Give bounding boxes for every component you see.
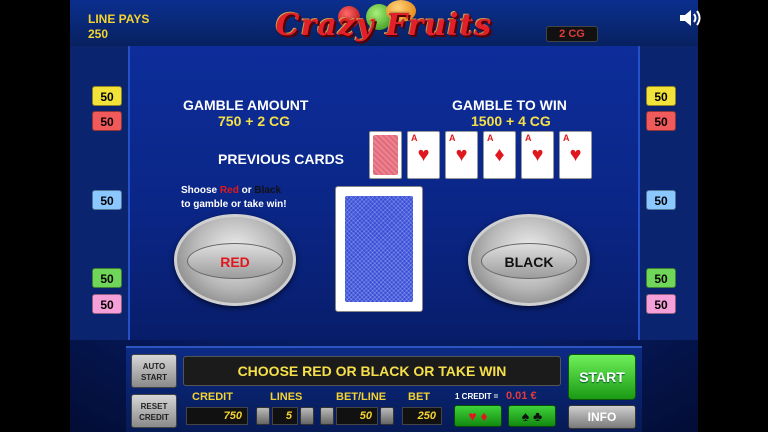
bet-label: BET xyxy=(408,391,430,403)
left-line-badge: 50 xyxy=(92,190,122,210)
previous-card: A ♦ xyxy=(483,131,516,179)
red-button-label: RED xyxy=(187,243,283,279)
speaker-icon[interactable] xyxy=(678,8,704,28)
gamble-amount-label: GAMBLE AMOUNT xyxy=(183,97,309,113)
reset-credit-button[interactable]: RESET CREDIT xyxy=(131,394,177,428)
message-box: CHOOSE RED OR BLACK OR TAKE WIN xyxy=(183,356,561,386)
left-line-badge: 50 xyxy=(92,111,122,131)
gamble-amount-value: 750 + 2 CG xyxy=(218,113,290,129)
info-button[interactable]: INFO xyxy=(568,405,636,429)
line-pays-value: 250 xyxy=(88,27,109,41)
card-suit-icon: ♥ xyxy=(417,144,430,166)
left-line-badge: 50 xyxy=(92,268,122,288)
gamble-instruction: Shoose Red or Black to gamble or take wi… xyxy=(181,185,287,210)
cg-badge: 2 CG xyxy=(546,26,598,42)
credit-label: CREDIT xyxy=(192,391,233,403)
red-suits-button[interactable]: ♥ ♦ xyxy=(454,405,502,427)
gamble-to-win-label: GAMBLE TO WIN xyxy=(452,97,567,113)
bet-line-decrease-button[interactable] xyxy=(320,407,334,425)
bet-line-increase-button[interactable] xyxy=(380,407,394,425)
red-button[interactable]: RED xyxy=(174,214,296,306)
gamble-to-win-value: 1500 + 4 CG xyxy=(471,113,551,129)
line-pays-label: LINE PAYS xyxy=(88,12,150,26)
bet-line-label: BET/LINE xyxy=(336,391,387,403)
lines-increase-button[interactable] xyxy=(300,407,314,425)
card-rank: A xyxy=(563,133,570,143)
black-button-label: BLACK xyxy=(481,243,577,279)
credit-rate-label: 1 CREDIT = xyxy=(455,392,499,401)
right-line-badge: 50 xyxy=(646,111,676,131)
previous-card: A ♥ xyxy=(559,131,592,179)
credit-rate-value: 0.01 € xyxy=(506,390,537,402)
logo-text: Crazy Fruits xyxy=(275,8,493,43)
black-suits-button[interactable]: ♠ ♣ xyxy=(508,405,556,427)
right-line-badge: 50 xyxy=(646,190,676,210)
card-rank: A xyxy=(411,133,418,143)
left-line-badge: 50 xyxy=(92,294,122,314)
auto-start-button[interactable]: AUTO START xyxy=(131,354,177,388)
card-suit-icon: ♥ xyxy=(531,144,544,166)
card-rank: A xyxy=(449,133,456,143)
card-suit-icon: ♥ xyxy=(455,144,468,166)
bet-display: 250 xyxy=(402,407,442,425)
lines-display: 5 xyxy=(272,407,298,425)
black-button[interactable]: BLACK xyxy=(468,214,590,306)
previous-cards-label: PREVIOUS CARDS xyxy=(218,151,345,167)
left-frame xyxy=(0,0,70,432)
previous-card-back xyxy=(369,131,402,179)
right-line-badge: 50 xyxy=(646,86,676,106)
lines-decrease-button[interactable] xyxy=(256,407,270,425)
previous-card: A ♥ xyxy=(445,131,478,179)
start-button[interactable]: START xyxy=(568,354,636,400)
card-suit-icon: ♦ xyxy=(494,144,505,166)
card-rank: A xyxy=(525,133,532,143)
right-line-badge: 50 xyxy=(646,294,676,314)
right-line-badge: 50 xyxy=(646,268,676,288)
bet-line-display: 50 xyxy=(336,407,378,425)
game-logo: Crazy Fruits xyxy=(226,0,542,44)
card-rank: A xyxy=(487,133,494,143)
credit-display: 750 xyxy=(186,407,248,425)
card-suit-icon: ♥ xyxy=(569,144,582,166)
lines-label: LINES xyxy=(270,391,303,403)
left-line-badge: 50 xyxy=(92,86,122,106)
previous-card: A ♥ xyxy=(521,131,554,179)
gamble-card-back xyxy=(335,186,423,312)
previous-card: A ♥ xyxy=(407,131,440,179)
right-frame xyxy=(698,0,768,432)
